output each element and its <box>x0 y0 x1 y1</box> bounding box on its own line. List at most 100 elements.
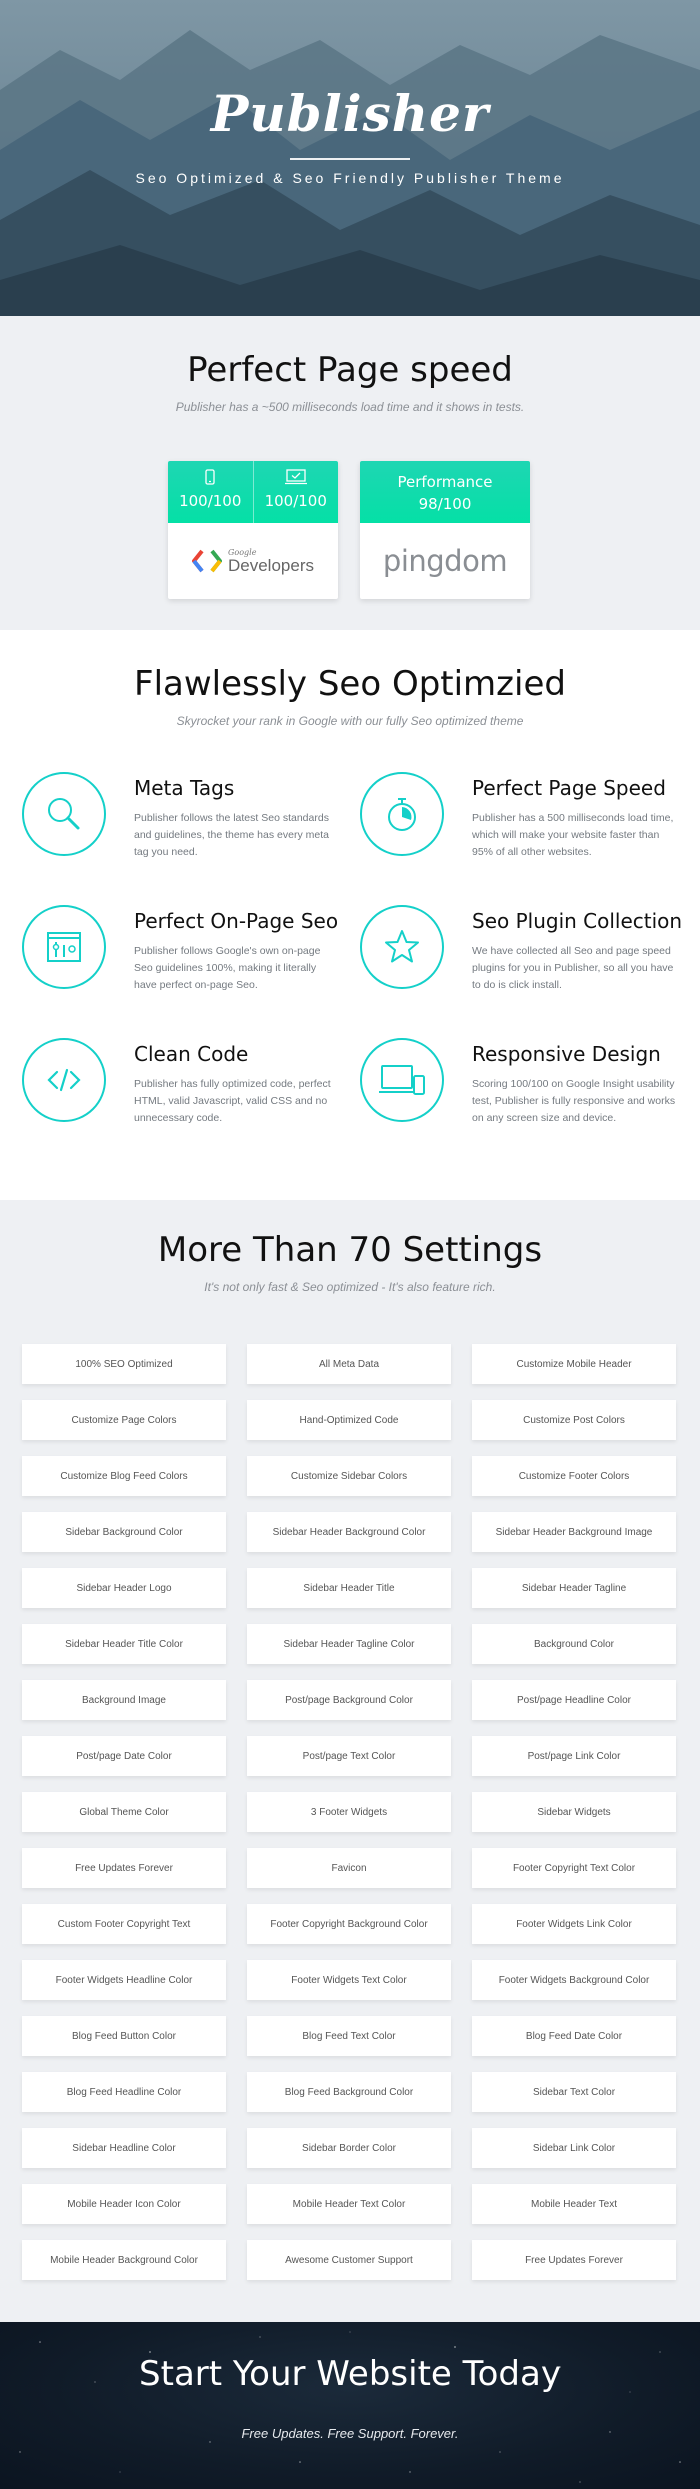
setting-item: Sidebar Header Background Color <box>247 1512 451 1552</box>
setting-item: Footer Copyright Background Color <box>247 1904 451 1944</box>
seo-section: Flawlessly Seo Optimzied Skyrocket your … <box>0 630 700 1200</box>
mobile-score-cell: 100/100 <box>168 461 253 523</box>
setting-item: Global Theme Color <box>22 1792 226 1832</box>
developers-logo-text: Developers <box>228 555 314 575</box>
google-developers-icon <box>192 549 222 573</box>
setting-item: Free Updates Forever <box>22 1848 226 1888</box>
setting-item: 100% SEO Optimized <box>22 1344 226 1384</box>
setting-item: Post/page Headline Color <box>472 1680 676 1720</box>
feature-title: Responsive Design <box>472 1042 661 1066</box>
setting-item: All Meta Data <box>247 1344 451 1384</box>
setting-item: Customize Sidebar Colors <box>247 1456 451 1496</box>
speed-subtitle: Publisher has a ~500 milliseconds load t… <box>175 400 525 414</box>
setting-item: Background Image <box>22 1680 226 1720</box>
setting-item: Mobile Header Text <box>472 2184 676 2224</box>
setting-item: Free Updates Forever <box>472 2240 676 2280</box>
title-divider <box>290 158 410 160</box>
setting-item: Post/page Link Color <box>472 1736 676 1776</box>
brand-title: Publisher <box>210 84 490 143</box>
feature-title: Meta Tags <box>134 776 235 800</box>
setting-item: Blog Feed Headline Color <box>22 2072 226 2112</box>
setting-item: Footer Copyright Text Color <box>472 1848 676 1888</box>
setting-item: Sidebar Header Logo <box>22 1568 226 1608</box>
magnifier-icon <box>22 772 106 856</box>
devices-icon <box>360 1038 444 1122</box>
setting-item: Footer Widgets Headline Color <box>22 1960 226 2000</box>
setting-item: Post/page Background Color <box>247 1680 451 1720</box>
hero-tagline: Seo Optimized & Seo Friendly Publisher T… <box>135 170 565 186</box>
desktop-score: 100/100 <box>264 492 327 510</box>
setting-item: Sidebar Headline Color <box>22 2128 226 2168</box>
settings-subtitle: It's not only fast & Seo optimized - It'… <box>204 1280 496 1294</box>
feature-description: Publisher follows Google's own on-page S… <box>134 945 321 991</box>
setting-item: Customize Blog Feed Colors <box>22 1456 226 1496</box>
setting-item: Sidebar Header Title <box>247 1568 451 1608</box>
browser-tools-icon <box>22 905 106 989</box>
setting-item: Sidebar Background Color <box>22 1512 226 1552</box>
feature-title: Perfect Page Speed <box>472 776 666 800</box>
feature-title: Clean Code <box>134 1042 249 1066</box>
settings-title: More Than 70 Settings <box>157 1230 543 1270</box>
setting-item: Footer Widgets Background Color <box>472 1960 676 2000</box>
feature-plugin-collection: Seo Plugin Collection We have collected … <box>360 905 682 1015</box>
setting-item: Footer Widgets Link Color <box>472 1904 676 1944</box>
setting-item: Customize Post Colors <box>472 1400 676 1440</box>
setting-item: Post/page Text Color <box>247 1736 451 1776</box>
starfield-background <box>19 2331 681 2483</box>
setting-item: Awesome Customer Support <box>247 2240 451 2280</box>
feature-clean-code: Clean Code Publisher has fully optimized… <box>22 1038 342 1148</box>
pingdom-score-card: Performance 98/100 pingdom <box>360 461 530 599</box>
setting-item: Mobile Header Icon Color <box>22 2184 226 2224</box>
feature-page-speed: Perfect Page Speed Publisher has a 500 m… <box>360 772 680 882</box>
setting-item: Mobile Header Background Color <box>22 2240 226 2280</box>
setting-item: Customize Page Colors <box>22 1400 226 1440</box>
star-icon <box>360 905 444 989</box>
seo-subtitle: Skyrocket your rank in Google with our f… <box>176 714 524 728</box>
settings-grid: 100% SEO Optimized All Meta Data Customi… <box>22 1344 678 2280</box>
setting-item: Sidebar Text Color <box>472 2072 676 2112</box>
setting-item: Footer Widgets Text Color <box>247 1960 451 2000</box>
cta-subtitle: Free Updates. Free Support. Forever. <box>241 2426 459 2441</box>
seo-title: Flawlessly Seo Optimzied <box>134 664 566 704</box>
feature-meta-tags: Meta Tags Publisher follows the latest S… <box>22 772 342 882</box>
performance-label: Performance <box>397 473 493 491</box>
cta-title: Start Your Website Today <box>139 2354 561 2394</box>
page-speed-section: Perfect Page speed Publisher has a ~500 … <box>0 316 700 630</box>
hero-section: Publisher Seo Optimized & Seo Friendly P… <box>0 0 700 316</box>
google-score-card: 100/100 100/100 Google Developers <box>168 461 338 599</box>
feature-responsive-design: Responsive Design Scoring 100/100 on Goo… <box>360 1038 680 1148</box>
feature-on-page-seo: Perfect On-Page Seo Publisher follows Go… <box>22 905 342 1015</box>
settings-section: More Than 70 Settings It's not only fast… <box>0 1200 700 2322</box>
setting-item: Sidebar Header Tagline <box>472 1568 676 1608</box>
feature-title: Perfect On-Page Seo <box>134 909 339 933</box>
feature-description: Scoring 100/100 on Google Insight usabil… <box>472 1078 676 1124</box>
desktop-check-icon <box>254 469 339 487</box>
setting-item: Blog Feed Date Color <box>472 2016 676 2056</box>
code-icon <box>22 1038 106 1122</box>
google-developers-logo: Google Developers <box>168 523 338 599</box>
stopwatch-icon <box>360 772 444 856</box>
desktop-score-cell: 100/100 <box>252 461 339 523</box>
cta-section: Start Your Website Today Free Updates. F… <box>0 2322 700 2489</box>
feature-description: Publisher has fully optimized code, perf… <box>134 1078 331 1124</box>
setting-item: Sidebar Widgets <box>472 1792 676 1832</box>
setting-item: Sidebar Header Tagline Color <box>247 1624 451 1664</box>
pingdom-logo: pingdom <box>360 523 530 599</box>
setting-item: Hand-Optimized Code <box>247 1400 451 1440</box>
setting-item: Favicon <box>247 1848 451 1888</box>
setting-item: Background Color <box>472 1624 676 1664</box>
pingdom-logo-text: pingdom <box>382 544 508 578</box>
setting-item: Sidebar Header Title Color <box>22 1624 226 1664</box>
pingdom-score-header: Performance 98/100 <box>360 461 530 523</box>
setting-item: Mobile Header Text Color <box>247 2184 451 2224</box>
setting-item: Customize Footer Colors <box>472 1456 676 1496</box>
setting-item: Blog Feed Text Color <box>247 2016 451 2056</box>
mobile-phone-icon <box>168 469 253 487</box>
feature-description: Publisher has a 500 milliseconds load ti… <box>472 812 674 858</box>
setting-item: Custom Footer Copyright Text <box>22 1904 226 1944</box>
setting-item: Sidebar Border Color <box>247 2128 451 2168</box>
setting-item: Sidebar Header Background Image <box>472 1512 676 1552</box>
google-score-header: 100/100 100/100 <box>168 461 338 523</box>
setting-item: 3 Footer Widgets <box>247 1792 451 1832</box>
setting-item: Customize Mobile Header <box>472 1344 676 1384</box>
